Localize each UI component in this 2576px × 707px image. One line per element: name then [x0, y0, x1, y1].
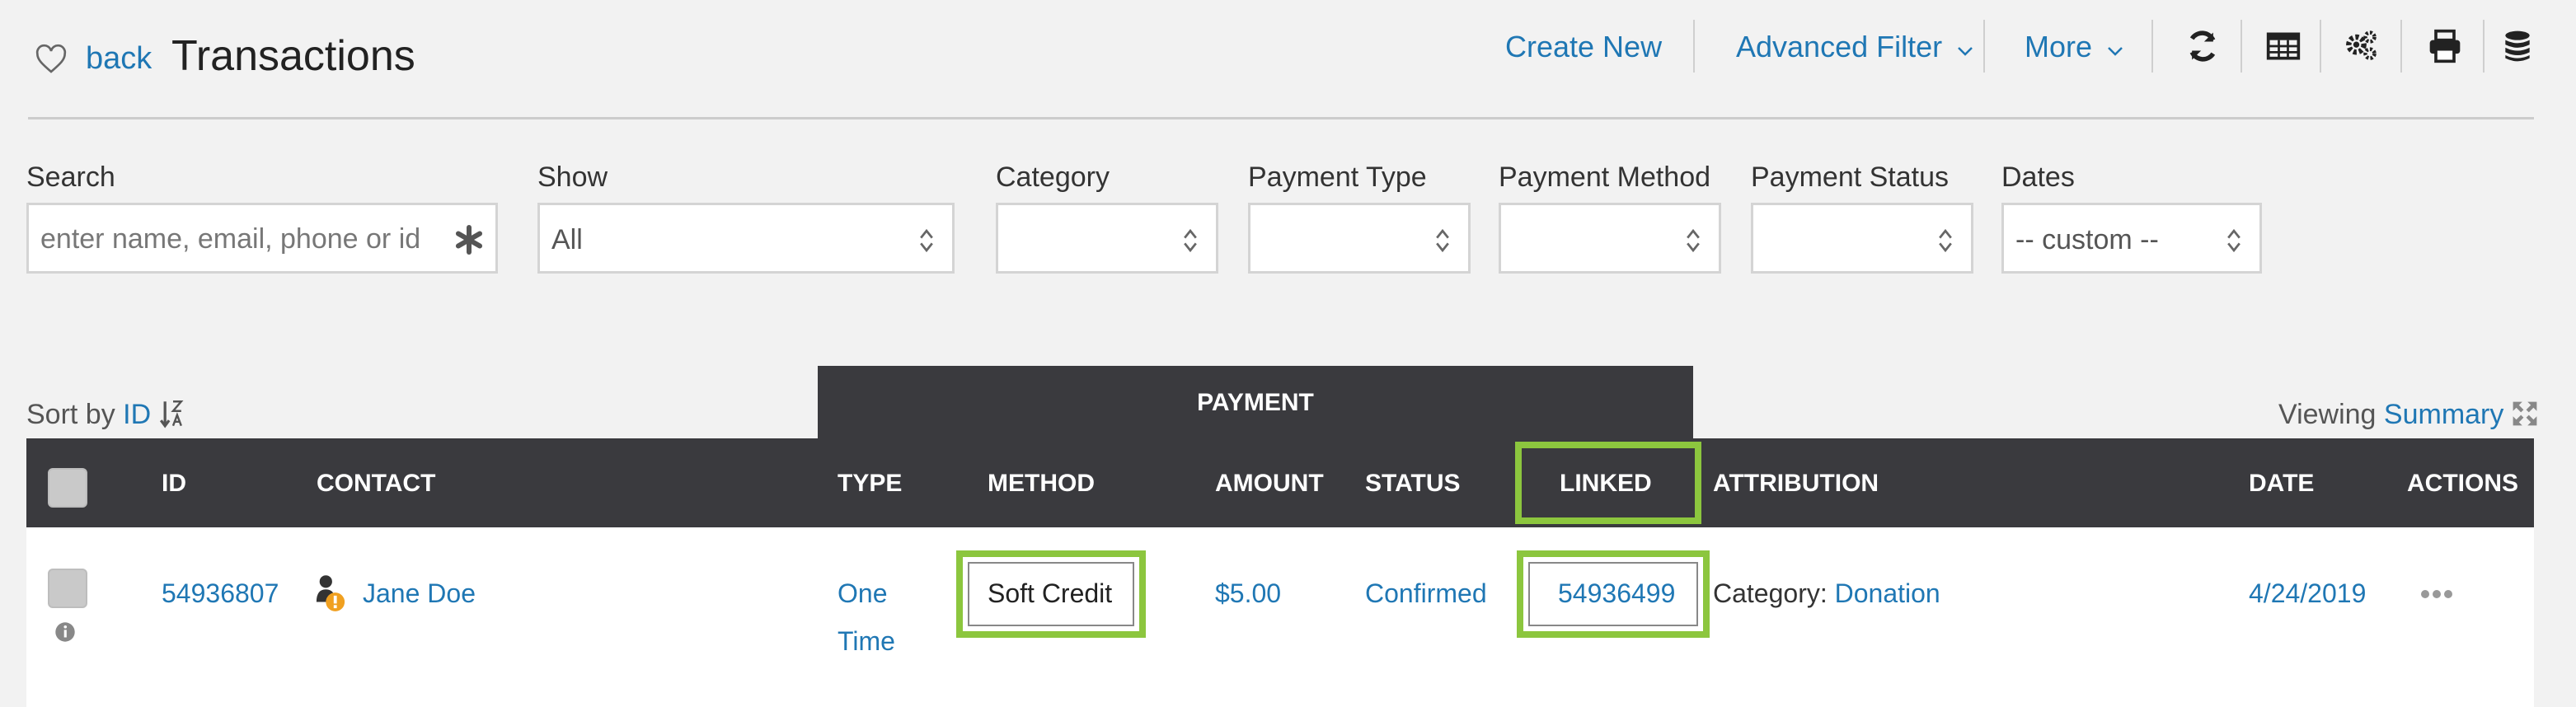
expand-icon[interactable] [2512, 400, 2538, 427]
payment-status-label: Payment Status [1751, 162, 1950, 193]
amount-link[interactable]: $5.00 [1215, 578, 1281, 609]
linked-transaction-link[interactable]: 54936499 [1558, 578, 1675, 609]
select-all-checkbox[interactable] [48, 468, 87, 508]
category-select[interactable] [996, 203, 1218, 274]
viewing-prefix: Viewing [2278, 399, 2377, 430]
search-box [26, 203, 498, 274]
more-actions-icon[interactable] [2420, 588, 2453, 600]
select-arrows-icon [1939, 228, 1952, 253]
attribution-cell: Category: Donation [1713, 578, 1940, 609]
attribution-prefix: Category: [1713, 578, 1828, 608]
search-input[interactable] [39, 220, 438, 258]
category-label: Category [996, 162, 1110, 193]
dates-value: -- custom -- [2015, 224, 2159, 255]
payment-type-link[interactable]: One [838, 578, 887, 609]
info-icon[interactable] [54, 621, 76, 643]
print-icon[interactable] [2427, 28, 2463, 64]
column-header-actions: ACTIONS [2407, 470, 2518, 497]
sort-alpha-desc-icon[interactable] [159, 399, 187, 428]
divider [2151, 20, 2153, 73]
divider [2400, 20, 2402, 73]
payment-method-label: Payment Method [1499, 162, 1711, 193]
divider [1693, 20, 1695, 73]
sort-control: Sort by ID [26, 399, 187, 431]
column-header-status[interactable]: STATUS [1365, 470, 1461, 498]
create-new-button[interactable]: Create New [1505, 30, 1662, 64]
divider [2241, 20, 2242, 73]
show-value: All [551, 224, 583, 255]
payment-method-value: Soft Credit [988, 578, 1113, 608]
table-row: 54936807 Jane Doe One Time Soft Credit $… [26, 527, 2534, 707]
chevron-down-icon [1958, 47, 1973, 56]
table-icon[interactable] [2265, 28, 2302, 64]
divider [2320, 20, 2321, 73]
header-divider [28, 117, 2534, 119]
dates-select[interactable]: -- custom -- [2001, 203, 2262, 274]
transaction-id-link[interactable]: 54936807 [162, 578, 279, 609]
divider [2483, 20, 2485, 73]
dates-label: Dates [2001, 162, 2075, 193]
advanced-filter-button[interactable]: Advanced Filter [1736, 30, 1973, 64]
column-header-date[interactable]: DATE [2249, 470, 2314, 498]
more-label: More [2025, 30, 2093, 63]
status-link[interactable]: Confirmed [1365, 578, 1487, 609]
viewing-mode-link[interactable]: Summary [2384, 399, 2503, 430]
viewing-control: Viewing Summary [2278, 399, 2538, 431]
attribution-category-link[interactable]: Donation [1835, 578, 1940, 608]
column-header-contact[interactable]: CONTACT [317, 470, 435, 498]
heart-icon[interactable] [35, 43, 68, 76]
table-header: ID CONTACT TYPE METHOD AMOUNT STATUS LIN… [26, 438, 2534, 527]
select-arrows-icon [920, 228, 933, 253]
column-header-type[interactable]: TYPE [838, 470, 902, 498]
refresh-icon[interactable] [2184, 28, 2221, 64]
chevron-down-icon [2108, 47, 2123, 56]
show-select[interactable]: All [537, 203, 955, 274]
select-arrows-icon [1184, 228, 1197, 253]
contact-warning-icon [316, 575, 345, 611]
show-label: Show [537, 162, 608, 193]
column-header-amount[interactable]: AMOUNT [1215, 470, 1324, 498]
date-link[interactable]: 4/24/2019 [2249, 578, 2366, 609]
payment-group-header: PAYMENT [818, 366, 1693, 440]
payment-status-select[interactable] [1751, 203, 1973, 274]
gears-icon[interactable] [2343, 28, 2379, 64]
page-title: Transactions [171, 32, 415, 80]
payment-type-link-line2[interactable]: Time [838, 626, 895, 657]
column-header-id[interactable]: ID [162, 470, 186, 498]
more-button[interactable]: More [2025, 30, 2123, 64]
back-link[interactable]: back [86, 41, 152, 77]
sort-prefix: Sort by [26, 399, 115, 430]
column-header-method[interactable]: METHOD [988, 470, 1095, 498]
advanced-filter-label: Advanced Filter [1736, 30, 1943, 63]
payment-type-select[interactable] [1248, 203, 1471, 274]
search-label: Search [26, 162, 115, 193]
sort-field-link[interactable]: ID [123, 399, 151, 430]
payment-method-select[interactable] [1499, 203, 1721, 274]
database-icon[interactable] [2499, 28, 2536, 64]
select-arrows-icon [1687, 228, 1700, 253]
select-arrows-icon [2227, 228, 2241, 253]
row-checkbox[interactable] [48, 569, 87, 608]
column-header-linked[interactable]: LINKED [1560, 470, 1652, 498]
asterisk-icon[interactable] [454, 225, 484, 255]
divider [1983, 20, 1985, 73]
payment-type-label: Payment Type [1248, 162, 1427, 193]
select-arrows-icon [1436, 228, 1449, 253]
column-header-attribution[interactable]: ATTRIBUTION [1713, 470, 1879, 498]
contact-link[interactable]: Jane Doe [363, 578, 476, 609]
